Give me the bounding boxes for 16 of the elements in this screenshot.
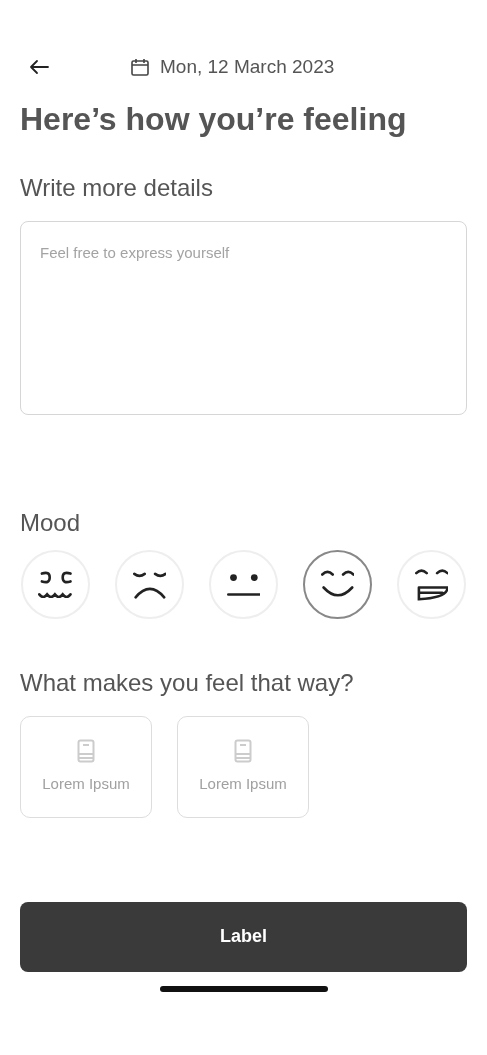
page-title: Here’s how you’re feeling [20, 100, 408, 139]
joyful-face-icon [414, 568, 449, 601]
section-label: Write more details [20, 174, 214, 204]
date-text: Mon, 12 March 2023 [160, 54, 335, 79]
calendar-icon [130, 57, 150, 77]
angry-face-icon [37, 570, 74, 599]
section-label: Mood [20, 509, 82, 538]
reason-card[interactable]: Lorem Ipsum [177, 715, 309, 818]
details-field[interactable]: Feel free to express yourself [20, 221, 467, 416]
back-arrow-icon [29, 59, 49, 75]
book-icon [234, 738, 252, 763]
submit-button[interactable]: Label [20, 901, 467, 972]
book-icon [77, 738, 95, 763]
neutral-face-icon [226, 572, 261, 597]
reason-card[interactable]: Lorem Ipsum [20, 715, 152, 818]
section-label: What makes you feel that way? [20, 669, 355, 698]
